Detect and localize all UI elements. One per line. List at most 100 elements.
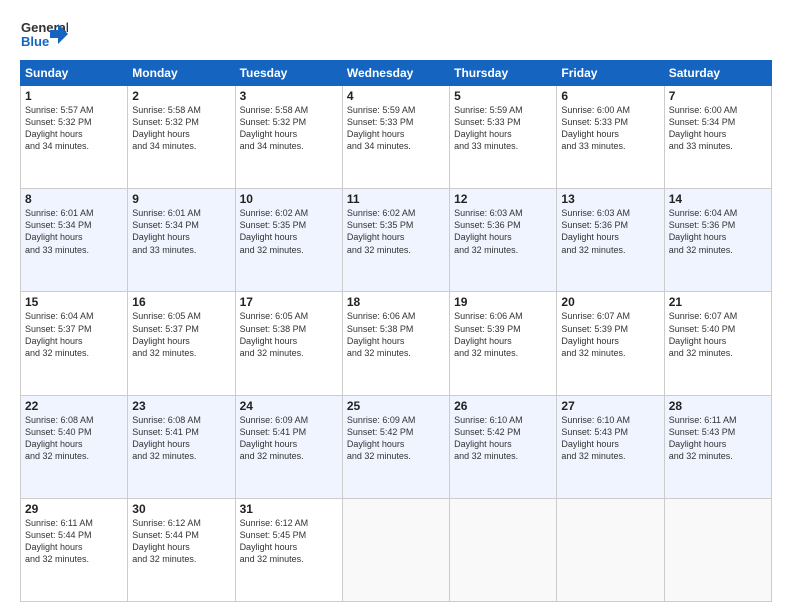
day-number: 22 <box>25 399 123 413</box>
day-number: 1 <box>25 89 123 103</box>
calendar-cell <box>664 498 771 601</box>
day-info: Sunrise: 6:10 AM Sunset: 5:43 PM Dayligh… <box>561 414 659 463</box>
calendar-cell <box>557 498 664 601</box>
day-number: 13 <box>561 192 659 206</box>
day-number: 18 <box>347 295 445 309</box>
day-number: 26 <box>454 399 552 413</box>
calendar-cell: 10 Sunrise: 6:02 AM Sunset: 5:35 PM Dayl… <box>235 189 342 292</box>
day-number: 30 <box>132 502 230 516</box>
calendar-cell: 7 Sunrise: 6:00 AM Sunset: 5:34 PM Dayli… <box>664 86 771 189</box>
calendar-cell: 24 Sunrise: 6:09 AM Sunset: 5:41 PM Dayl… <box>235 395 342 498</box>
calendar-cell: 9 Sunrise: 6:01 AM Sunset: 5:34 PM Dayli… <box>128 189 235 292</box>
day-number: 4 <box>347 89 445 103</box>
calendar-cell: 15 Sunrise: 6:04 AM Sunset: 5:37 PM Dayl… <box>21 292 128 395</box>
calendar-cell: 3 Sunrise: 5:58 AM Sunset: 5:32 PM Dayli… <box>235 86 342 189</box>
weekday-header-thursday: Thursday <box>450 61 557 86</box>
day-info: Sunrise: 6:00 AM Sunset: 5:33 PM Dayligh… <box>561 104 659 153</box>
day-info: Sunrise: 6:06 AM Sunset: 5:39 PM Dayligh… <box>454 310 552 359</box>
calendar-cell: 19 Sunrise: 6:06 AM Sunset: 5:39 PM Dayl… <box>450 292 557 395</box>
day-number: 12 <box>454 192 552 206</box>
calendar-cell: 31 Sunrise: 6:12 AM Sunset: 5:45 PM Dayl… <box>235 498 342 601</box>
day-number: 10 <box>240 192 338 206</box>
calendar-week-2: 8 Sunrise: 6:01 AM Sunset: 5:34 PM Dayli… <box>21 189 772 292</box>
calendar-table: SundayMondayTuesdayWednesdayThursdayFrid… <box>20 60 772 602</box>
day-info: Sunrise: 6:08 AM Sunset: 5:40 PM Dayligh… <box>25 414 123 463</box>
calendar-cell: 26 Sunrise: 6:10 AM Sunset: 5:42 PM Dayl… <box>450 395 557 498</box>
calendar-cell <box>342 498 449 601</box>
day-number: 15 <box>25 295 123 309</box>
day-number: 11 <box>347 192 445 206</box>
weekday-header-sunday: Sunday <box>21 61 128 86</box>
day-info: Sunrise: 6:08 AM Sunset: 5:41 PM Dayligh… <box>132 414 230 463</box>
day-info: Sunrise: 6:03 AM Sunset: 5:36 PM Dayligh… <box>454 207 552 256</box>
calendar-cell <box>450 498 557 601</box>
day-info: Sunrise: 5:57 AM Sunset: 5:32 PM Dayligh… <box>25 104 123 153</box>
day-info: Sunrise: 6:09 AM Sunset: 5:42 PM Dayligh… <box>347 414 445 463</box>
day-number: 14 <box>669 192 767 206</box>
calendar-cell: 8 Sunrise: 6:01 AM Sunset: 5:34 PM Dayli… <box>21 189 128 292</box>
day-info: Sunrise: 6:05 AM Sunset: 5:38 PM Dayligh… <box>240 310 338 359</box>
day-number: 31 <box>240 502 338 516</box>
day-info: Sunrise: 5:59 AM Sunset: 5:33 PM Dayligh… <box>454 104 552 153</box>
day-number: 29 <box>25 502 123 516</box>
day-info: Sunrise: 6:06 AM Sunset: 5:38 PM Dayligh… <box>347 310 445 359</box>
day-info: Sunrise: 6:01 AM Sunset: 5:34 PM Dayligh… <box>132 207 230 256</box>
calendar-cell: 30 Sunrise: 6:12 AM Sunset: 5:44 PM Dayl… <box>128 498 235 601</box>
day-info: Sunrise: 6:05 AM Sunset: 5:37 PM Dayligh… <box>132 310 230 359</box>
calendar-week-5: 29 Sunrise: 6:11 AM Sunset: 5:44 PM Dayl… <box>21 498 772 601</box>
day-number: 16 <box>132 295 230 309</box>
weekday-header-friday: Friday <box>557 61 664 86</box>
calendar-cell: 23 Sunrise: 6:08 AM Sunset: 5:41 PM Dayl… <box>128 395 235 498</box>
day-info: Sunrise: 6:12 AM Sunset: 5:44 PM Dayligh… <box>132 517 230 566</box>
calendar-cell: 1 Sunrise: 5:57 AM Sunset: 5:32 PM Dayli… <box>21 86 128 189</box>
calendar-cell: 21 Sunrise: 6:07 AM Sunset: 5:40 PM Dayl… <box>664 292 771 395</box>
day-info: Sunrise: 6:11 AM Sunset: 5:44 PM Dayligh… <box>25 517 123 566</box>
day-info: Sunrise: 6:12 AM Sunset: 5:45 PM Dayligh… <box>240 517 338 566</box>
day-info: Sunrise: 6:09 AM Sunset: 5:41 PM Dayligh… <box>240 414 338 463</box>
logo-icon: General Blue <box>20 16 68 52</box>
calendar-cell: 14 Sunrise: 6:04 AM Sunset: 5:36 PM Dayl… <box>664 189 771 292</box>
calendar-cell: 27 Sunrise: 6:10 AM Sunset: 5:43 PM Dayl… <box>557 395 664 498</box>
calendar-cell: 22 Sunrise: 6:08 AM Sunset: 5:40 PM Dayl… <box>21 395 128 498</box>
day-info: Sunrise: 6:02 AM Sunset: 5:35 PM Dayligh… <box>347 207 445 256</box>
header: General Blue <box>20 16 772 52</box>
weekday-header-tuesday: Tuesday <box>235 61 342 86</box>
logo: General Blue <box>20 16 68 52</box>
calendar-cell: 20 Sunrise: 6:07 AM Sunset: 5:39 PM Dayl… <box>557 292 664 395</box>
day-number: 23 <box>132 399 230 413</box>
day-info: Sunrise: 6:11 AM Sunset: 5:43 PM Dayligh… <box>669 414 767 463</box>
calendar-cell: 18 Sunrise: 6:06 AM Sunset: 5:38 PM Dayl… <box>342 292 449 395</box>
day-info: Sunrise: 6:04 AM Sunset: 5:37 PM Dayligh… <box>25 310 123 359</box>
day-info: Sunrise: 5:58 AM Sunset: 5:32 PM Dayligh… <box>240 104 338 153</box>
day-info: Sunrise: 5:59 AM Sunset: 5:33 PM Dayligh… <box>347 104 445 153</box>
day-number: 3 <box>240 89 338 103</box>
calendar-cell: 17 Sunrise: 6:05 AM Sunset: 5:38 PM Dayl… <box>235 292 342 395</box>
day-info: Sunrise: 6:02 AM Sunset: 5:35 PM Dayligh… <box>240 207 338 256</box>
weekday-header-wednesday: Wednesday <box>342 61 449 86</box>
day-number: 20 <box>561 295 659 309</box>
day-info: Sunrise: 6:10 AM Sunset: 5:42 PM Dayligh… <box>454 414 552 463</box>
day-info: Sunrise: 5:58 AM Sunset: 5:32 PM Dayligh… <box>132 104 230 153</box>
calendar-cell: 29 Sunrise: 6:11 AM Sunset: 5:44 PM Dayl… <box>21 498 128 601</box>
day-info: Sunrise: 6:07 AM Sunset: 5:40 PM Dayligh… <box>669 310 767 359</box>
day-info: Sunrise: 6:04 AM Sunset: 5:36 PM Dayligh… <box>669 207 767 256</box>
calendar-cell: 16 Sunrise: 6:05 AM Sunset: 5:37 PM Dayl… <box>128 292 235 395</box>
calendar-cell: 2 Sunrise: 5:58 AM Sunset: 5:32 PM Dayli… <box>128 86 235 189</box>
calendar-week-4: 22 Sunrise: 6:08 AM Sunset: 5:40 PM Dayl… <box>21 395 772 498</box>
day-number: 7 <box>669 89 767 103</box>
day-number: 5 <box>454 89 552 103</box>
calendar-cell: 25 Sunrise: 6:09 AM Sunset: 5:42 PM Dayl… <box>342 395 449 498</box>
day-info: Sunrise: 6:03 AM Sunset: 5:36 PM Dayligh… <box>561 207 659 256</box>
weekday-header-saturday: Saturday <box>664 61 771 86</box>
calendar-cell: 5 Sunrise: 5:59 AM Sunset: 5:33 PM Dayli… <box>450 86 557 189</box>
day-number: 21 <box>669 295 767 309</box>
calendar-week-3: 15 Sunrise: 6:04 AM Sunset: 5:37 PM Dayl… <box>21 292 772 395</box>
svg-text:Blue: Blue <box>21 34 49 49</box>
day-number: 6 <box>561 89 659 103</box>
day-number: 9 <box>132 192 230 206</box>
day-number: 25 <box>347 399 445 413</box>
day-number: 27 <box>561 399 659 413</box>
calendar-cell: 4 Sunrise: 5:59 AM Sunset: 5:33 PM Dayli… <box>342 86 449 189</box>
day-number: 2 <box>132 89 230 103</box>
calendar-cell: 12 Sunrise: 6:03 AM Sunset: 5:36 PM Dayl… <box>450 189 557 292</box>
